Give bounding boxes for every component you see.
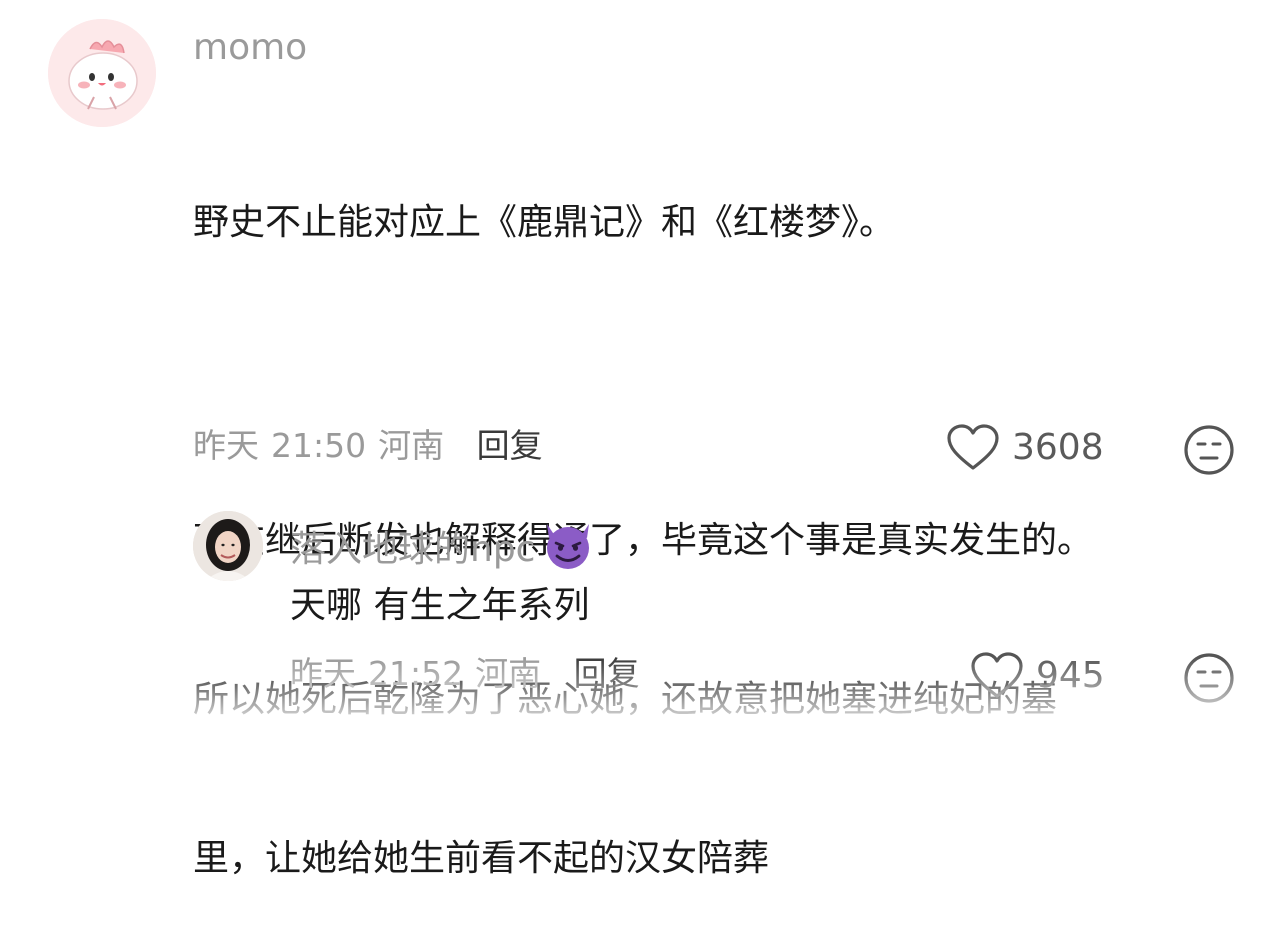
- comment-location: 河南: [378, 426, 445, 465]
- heart-icon: [971, 652, 1023, 698]
- comment-username[interactable]: momo: [193, 26, 307, 70]
- reply-username-text: 落入地球的npc: [290, 528, 536, 570]
- reply-button[interactable]: 回复: [477, 426, 543, 465]
- dislike-button[interactable]: [1183, 652, 1235, 708]
- comment-meta: 昨天 21:50 河南 回复: [193, 426, 543, 466]
- reply-time: 21:52: [368, 654, 464, 693]
- comment-time: 21:50: [271, 426, 367, 465]
- comment-line: 里，让她给她生前看不起的汉女陪葬: [193, 838, 770, 879]
- like-count: 3608: [1012, 427, 1104, 468]
- like-button[interactable]: 945: [970, 652, 1105, 700]
- comment-body: 野史不止能对应上《鹿鼎记》和《红楼梦》。 现在继后断发也解释得通了，毕竟这个事是…: [193, 90, 1253, 938]
- profile-photo: [193, 511, 263, 581]
- reply-body: 天哪 有生之年系列: [290, 585, 590, 626]
- comment-line: 野史不止能对应上《鹿鼎记》和《红楼梦》。: [193, 202, 896, 243]
- like-count: 945: [1036, 655, 1105, 696]
- reply-meta: 昨天 21:52 河南 回复: [290, 654, 640, 694]
- devil-emoji-icon: [539, 518, 597, 581]
- unhappy-face-icon: [1184, 425, 1234, 475]
- unhappy-face-icon: [1184, 653, 1234, 703]
- dislike-button[interactable]: [1183, 424, 1235, 480]
- like-button[interactable]: 3608: [946, 424, 1104, 472]
- avatar[interactable]: [193, 511, 263, 581]
- reply-username[interactable]: 落入地球的npc: [290, 518, 597, 581]
- comment-line: [193, 355, 1253, 408]
- avatar[interactable]: [48, 19, 156, 127]
- reply-location: 河南: [475, 654, 542, 693]
- comment-date: 昨天: [193, 426, 259, 465]
- reply-date: 昨天: [290, 654, 356, 693]
- heart-icon: [947, 424, 999, 470]
- cartoon-avatar-icon: [48, 19, 156, 127]
- reply-button[interactable]: 回复: [574, 654, 640, 693]
